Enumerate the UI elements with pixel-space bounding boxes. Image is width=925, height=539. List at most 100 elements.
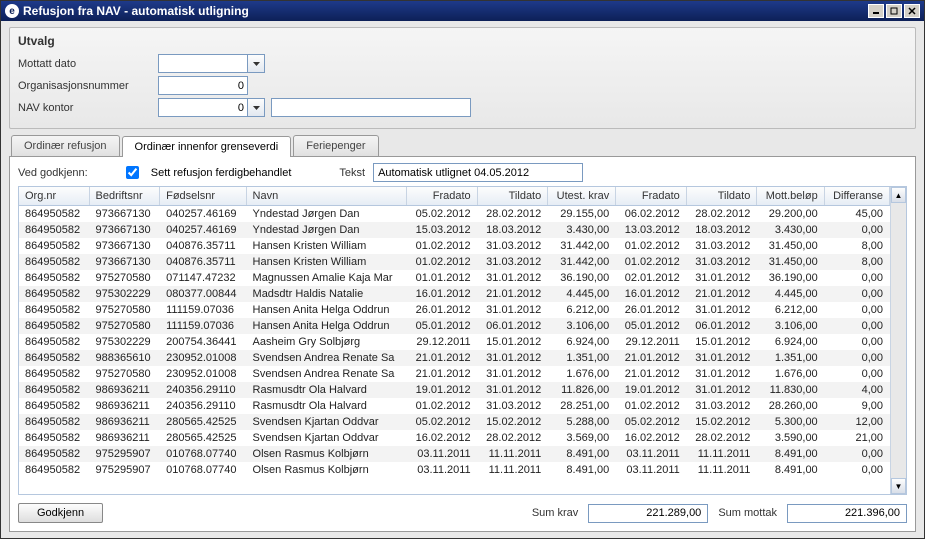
cell: 864950582 (19, 366, 89, 382)
cell: 975270580 (89, 366, 160, 382)
navkontor-input[interactable] (158, 98, 248, 117)
cell: 975295907 (89, 462, 160, 478)
cell: 31.442,00 (548, 238, 616, 254)
cell: 11.11.2011 (477, 446, 548, 462)
table-row[interactable]: 864950582986936211280565.42525Svendsen K… (19, 430, 890, 446)
table-row[interactable]: 864950582975295907010768.07740Olsen Rasm… (19, 446, 890, 462)
col-navn[interactable]: Navn (246, 187, 407, 206)
cell: 864950582 (19, 206, 89, 223)
cell: 3.106,00 (548, 318, 616, 334)
table-row[interactable]: 864950582986936211240356.29110Rasmusdtr … (19, 398, 890, 414)
cell: 31.01.2012 (686, 270, 757, 286)
maximize-button[interactable] (886, 4, 902, 18)
cell: 31.03.2012 (686, 238, 757, 254)
cell: 0,00 (824, 462, 889, 478)
cell: 973667130 (89, 206, 160, 223)
godkjenn-button[interactable]: Godkjenn (18, 503, 103, 523)
cell: 31.450,00 (757, 254, 824, 270)
col-bedriftsnr[interactable]: Bedriftsnr (89, 187, 160, 206)
col-mott-belop[interactable]: Mott.beløp (757, 187, 824, 206)
cell: 010768.07740 (160, 462, 246, 478)
col-fodselsnr[interactable]: Fødselsnr (160, 187, 246, 206)
navkontor-dropdown[interactable] (248, 98, 265, 117)
col-utest-krav[interactable]: Utest. krav (548, 187, 616, 206)
cell: 31.442,00 (548, 254, 616, 270)
table-row[interactable]: 864950582973667130040257.46169Yndestad J… (19, 222, 890, 238)
table-row[interactable]: 864950582975270580071147.47232Magnussen … (19, 270, 890, 286)
cell: 230952.01008 (160, 350, 246, 366)
cell: 975302229 (89, 286, 160, 302)
close-button[interactable] (904, 4, 920, 18)
cell: 973667130 (89, 238, 160, 254)
tab-feriepenger[interactable]: Feriepenger (293, 135, 378, 156)
scroll-up-icon[interactable]: ▲ (891, 187, 906, 203)
app-icon: e (5, 4, 19, 18)
cell: 4.445,00 (757, 286, 824, 302)
data-grid: Org.nr Bedriftsnr Fødselsnr Navn Fradato… (18, 186, 907, 495)
orgnr-input[interactable] (158, 76, 248, 95)
col-fradato1[interactable]: Fradato (407, 187, 478, 206)
cell: 16.02.2012 (407, 430, 478, 446)
cell: 111159.07036 (160, 318, 246, 334)
table-row[interactable]: 864950582975270580230952.01008Svendsen A… (19, 366, 890, 382)
cell: Olsen Rasmus Kolbjørn (246, 462, 407, 478)
cell: 040876.35711 (160, 254, 246, 270)
navkontor-text[interactable] (271, 98, 471, 117)
table-row[interactable]: 864950582986936211240356.29110Rasmusdtr … (19, 382, 890, 398)
cell: 06.02.2012 (616, 206, 687, 223)
minimize-button[interactable] (868, 4, 884, 18)
cell: 6.212,00 (757, 302, 824, 318)
utvalg-group: Utvalg Mottatt dato Organisasjonsnummer … (9, 27, 916, 129)
cell: 6.924,00 (757, 334, 824, 350)
ferdigbehandlet-checkbox[interactable] (126, 166, 139, 179)
mottatt-dato-input[interactable] (158, 54, 248, 73)
table-row[interactable]: 864950582975270580111159.07036Hansen Ani… (19, 302, 890, 318)
table-row[interactable]: 864950582973667130040876.35711Hansen Kri… (19, 254, 890, 270)
vertical-scrollbar[interactable]: ▲ ▼ (890, 187, 906, 494)
tab-ordinaer-grenseverdi[interactable]: Ordinær innenfor grenseverdi (122, 136, 292, 157)
cell: Svendsen Andrea Renate Sa (246, 366, 407, 382)
table-row[interactable]: 864950582973667130040876.35711Hansen Kri… (19, 238, 890, 254)
table-row[interactable]: 864950582975270580111159.07036Hansen Ani… (19, 318, 890, 334)
navkontor-label: NAV kontor (18, 102, 158, 114)
cell: 11.11.2011 (686, 446, 757, 462)
table-row[interactable]: 864950582975302229080377.00844Madsdtr Ha… (19, 286, 890, 302)
cell: 280565.42525 (160, 414, 246, 430)
cell: 15.02.2012 (477, 414, 548, 430)
header-row: Org.nr Bedriftsnr Fødselsnr Navn Fradato… (19, 187, 890, 206)
table-row[interactable]: 864950582988365610230952.01008Svendsen A… (19, 350, 890, 366)
tab-ordinaer-refusjon[interactable]: Ordinær refusjon (11, 135, 120, 156)
cell: 8,00 (824, 238, 889, 254)
table-row[interactable]: 864950582975295907010768.07740Olsen Rasm… (19, 462, 890, 478)
cell: 111159.07036 (160, 302, 246, 318)
cell: 864950582 (19, 414, 89, 430)
tab-bar: Ordinær refusjon Ordinær innenfor grense… (9, 135, 916, 156)
table-row[interactable]: 864950582975302229200754.36441Aasheim Gr… (19, 334, 890, 350)
cell: 0,00 (824, 350, 889, 366)
cell: 03.11.2011 (616, 446, 687, 462)
col-tildato2[interactable]: Tildato (686, 187, 757, 206)
cell: 26.01.2012 (616, 302, 687, 318)
cell: 8.491,00 (757, 446, 824, 462)
table-row[interactable]: 864950582973667130040257.46169Yndestad J… (19, 206, 890, 223)
mottatt-dato-dropdown[interactable] (248, 54, 265, 73)
cell: 31.03.2012 (686, 398, 757, 414)
col-orgnr[interactable]: Org.nr (19, 187, 89, 206)
tekst-input[interactable] (373, 163, 583, 182)
table-row[interactable]: 864950582986936211280565.42525Svendsen K… (19, 414, 890, 430)
ved-godkjenn-label: Ved godkjenn: (18, 167, 88, 179)
cell: 03.11.2011 (407, 446, 478, 462)
cell: 973667130 (89, 222, 160, 238)
cell: 8.491,00 (548, 462, 616, 478)
cell: Olsen Rasmus Kolbjørn (246, 446, 407, 462)
cell: 864950582 (19, 382, 89, 398)
cell: 31.03.2012 (477, 254, 548, 270)
cell: 29.155,00 (548, 206, 616, 223)
cell: 864950582 (19, 302, 89, 318)
col-tildato1[interactable]: Tildato (477, 187, 548, 206)
col-fradato2[interactable]: Fradato (616, 187, 687, 206)
cell: 36.190,00 (548, 270, 616, 286)
scroll-down-icon[interactable]: ▼ (891, 478, 906, 494)
tab-panel: Ved godkjenn: Sett refusjon ferdigbehand… (9, 156, 916, 532)
col-differanse[interactable]: Differanse (824, 187, 889, 206)
